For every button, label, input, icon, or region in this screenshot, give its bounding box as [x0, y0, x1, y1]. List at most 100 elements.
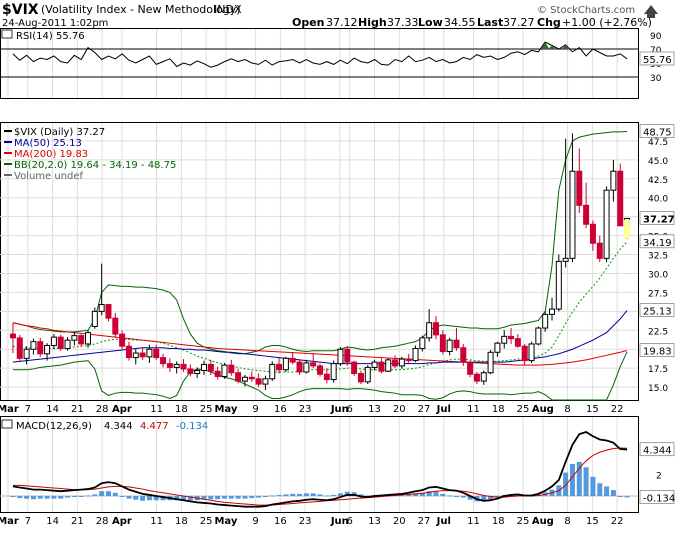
macd-legend-hist: -0.134	[176, 421, 208, 432]
candle-body	[310, 362, 317, 367]
macd-histogram-bar	[303, 493, 309, 496]
price-tick-label: 27.5	[648, 289, 668, 299]
candle-body	[412, 347, 419, 362]
candle-body	[508, 335, 515, 340]
candle-body	[16, 337, 23, 359]
price-legend-entry: MA(200) 19.83	[14, 149, 88, 160]
candle-body	[562, 257, 569, 262]
symbol-title: $VIX	[2, 2, 39, 18]
date-axis-label: 11	[467, 404, 480, 415]
candle-body	[207, 363, 214, 372]
macd-histogram-bar	[310, 493, 316, 496]
candle-body	[583, 204, 590, 225]
date-axis-label: Mar	[0, 404, 19, 415]
candle-body	[501, 335, 508, 344]
macd-histogram-bar	[262, 496, 268, 498]
candle-body	[112, 317, 119, 335]
date-axis-label: 16	[274, 516, 287, 527]
date-axis-label: 23	[299, 516, 312, 527]
date-axis-label: 15	[586, 516, 599, 527]
price-tick-label: 17.5	[648, 365, 668, 375]
macd-histogram-bar	[331, 494, 337, 496]
candle-body	[569, 170, 576, 259]
date-axis-label: 25	[200, 404, 213, 415]
candle-body	[589, 223, 596, 244]
candle-body	[125, 345, 132, 359]
date-axis-label: Aug	[532, 516, 554, 527]
stock-chart: $VIX (Volatility Index - New Methodology…	[0, 2, 675, 527]
candle-body	[378, 361, 385, 372]
macd-histogram-bar	[126, 496, 132, 499]
date-axis-label: 27	[418, 516, 431, 527]
candle-body	[153, 348, 160, 359]
date-axis-label: May	[214, 404, 237, 415]
date-axis-label: 18	[175, 404, 188, 415]
price-tick-label: 30.0	[648, 270, 668, 280]
macd-histogram-bar	[105, 491, 111, 496]
candle-body	[514, 338, 521, 347]
candle-body	[119, 333, 126, 347]
candle-body	[276, 363, 283, 371]
candle-body	[344, 348, 351, 363]
candle-body	[494, 342, 501, 353]
date-axis-label: Aug	[532, 404, 554, 415]
candle-body	[187, 368, 194, 374]
chart-date: 24-Aug-2011 1:02pm	[2, 18, 108, 29]
macd-histogram-bar	[324, 495, 330, 497]
stockcharts-brand[interactable]: © StockCharts.com	[537, 5, 635, 16]
candle-body	[337, 348, 344, 365]
macd-histogram-bar	[563, 472, 569, 496]
date-axis-label: 11	[467, 516, 480, 527]
date-axis-label: 7	[25, 404, 31, 415]
macd-histogram-bar	[58, 496, 64, 499]
macd-histogram-bar	[583, 467, 589, 496]
candle-body	[385, 359, 392, 372]
date-axis-label: Apr	[112, 404, 132, 415]
macd-histogram-bar	[317, 494, 323, 496]
rsi-legend: RSI(14) 55.76	[16, 31, 85, 42]
candle-body	[296, 361, 303, 373]
macd-histogram-bar	[65, 496, 71, 498]
candle-body	[330, 363, 337, 381]
date-axis-label: Mar	[0, 516, 19, 527]
macd-histogram-bar	[256, 496, 262, 498]
candle-body	[303, 362, 310, 373]
date-axis-label: 14	[46, 516, 59, 527]
price-tick-label: 32.5	[648, 252, 668, 262]
candle-body	[241, 376, 248, 382]
date-axis-label: 18	[492, 404, 505, 415]
macd-histogram-bar	[140, 496, 146, 501]
candle-body	[323, 373, 330, 381]
date-axis-label: 8	[564, 516, 570, 527]
candle-body	[146, 348, 153, 358]
date-axis-label: 9	[252, 516, 258, 527]
macd-hist-value: -0.134	[643, 493, 675, 504]
candle-body	[71, 335, 78, 341]
candle-body	[228, 364, 235, 374]
candle-body	[289, 357, 296, 363]
macd-histogram-bar	[235, 496, 241, 499]
date-axis-label: 11	[150, 516, 163, 527]
last-label: Last	[477, 16, 503, 29]
last-candle-highlight	[624, 219, 631, 239]
rsi-tick-label: 90	[650, 32, 662, 42]
low-label: Low	[418, 16, 443, 29]
candle-body	[132, 352, 139, 359]
candle-body	[262, 378, 269, 385]
candle-body	[467, 361, 474, 375]
candle-body	[173, 363, 180, 368]
macd-legend-macd: 4.344	[104, 421, 133, 432]
date-axis-label: 11	[150, 404, 163, 415]
candle-body	[57, 336, 64, 349]
price-legend-entry: Volume undef	[14, 171, 84, 182]
date-axis-label: 20	[393, 516, 406, 527]
macd-panel: 2 MACD(12,26,9) 4.344 4.477 -0.134 4.344 -0.13…	[0, 416, 675, 513]
rsi-panel: 30507090RSI(14) 55.7655.76	[0, 28, 675, 99]
candle-body	[371, 361, 378, 368]
date-axis-label: 25	[517, 516, 530, 527]
candle-body	[30, 341, 37, 350]
candle-body	[269, 363, 276, 380]
candle-body	[439, 334, 446, 353]
macd-histogram-bar	[17, 496, 23, 499]
price-legend-entry: MA(50) 25.13	[14, 138, 82, 149]
